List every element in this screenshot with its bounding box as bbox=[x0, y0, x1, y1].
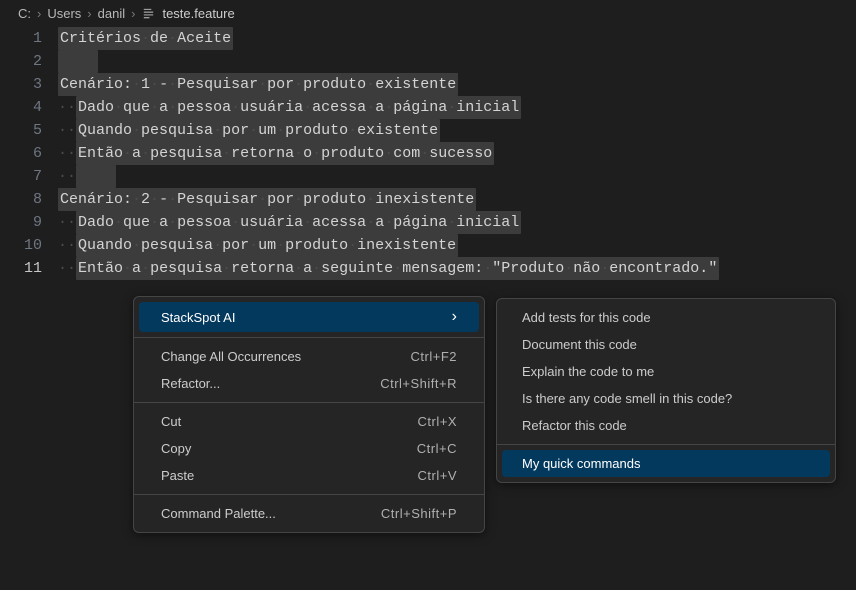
menu-item-label: StackSpot AI bbox=[161, 310, 235, 325]
line-number: 5 bbox=[0, 119, 42, 142]
line-number: 2 bbox=[0, 50, 42, 73]
menu-item-shortcut: Ctrl+Shift+R bbox=[380, 376, 457, 391]
context-submenu[interactable]: Add tests for this code Document this cod… bbox=[496, 298, 836, 483]
menu-item-label: Refactor... bbox=[161, 376, 220, 391]
menu-item-shortcut: Ctrl+F2 bbox=[411, 349, 457, 364]
context-menu-item[interactable]: StackSpot AI › bbox=[139, 302, 479, 332]
breadcrumb-segment[interactable]: C: bbox=[18, 6, 31, 21]
submenu-item[interactable]: Refactor this code bbox=[502, 412, 830, 439]
context-menu-item[interactable]: Change All Occurrences Ctrl+F2 bbox=[139, 343, 479, 370]
menu-item-label: My quick commands bbox=[522, 456, 640, 471]
menu-item-shortcut: Ctrl+Shift+P bbox=[381, 506, 457, 521]
code-line[interactable]: Critérios·de·Aceite bbox=[58, 27, 856, 50]
breadcrumb: C: › Users › danil › teste.feature bbox=[0, 0, 856, 27]
menu-item-label: Is there any code smell in this code? bbox=[522, 391, 732, 406]
code-line[interactable]: ··Quando·pesquisa·por·um·produto·inexist… bbox=[58, 234, 856, 257]
chevron-right-icon: › bbox=[37, 6, 41, 21]
file-icon bbox=[141, 6, 156, 21]
context-menu-item[interactable]: Paste Ctrl+V bbox=[139, 462, 479, 489]
code-line[interactable]: ··Dado·que·a·pessoa·usuária·acessa·a·pág… bbox=[58, 211, 856, 234]
code-line[interactable]: Cenário:·2·-·Pesquisar·por·produto·inexi… bbox=[58, 188, 856, 211]
menu-item-label: Explain the code to me bbox=[522, 364, 654, 379]
menu-separator bbox=[134, 402, 484, 403]
line-number: 10 bbox=[0, 234, 42, 257]
context-menu-item[interactable]: Cut Ctrl+X bbox=[139, 408, 479, 435]
line-number: 7 bbox=[0, 165, 42, 188]
code-line[interactable] bbox=[58, 50, 856, 73]
line-number-gutter: 1234567891011 bbox=[0, 27, 58, 280]
submenu-item[interactable]: My quick commands bbox=[502, 450, 830, 477]
menu-item-shortcut: Ctrl+V bbox=[418, 468, 457, 483]
submenu-item[interactable]: Is there any code smell in this code? bbox=[502, 385, 830, 412]
menu-item-shortcut: Ctrl+X bbox=[418, 414, 457, 429]
chevron-right-icon: › bbox=[87, 6, 91, 21]
chevron-right-icon: › bbox=[452, 308, 457, 326]
code-line[interactable]: ··Quando·pesquisa·por·um·produto·existen… bbox=[58, 119, 856, 142]
breadcrumb-file[interactable]: teste.feature bbox=[162, 6, 234, 21]
menu-item-label: Change All Occurrences bbox=[161, 349, 301, 364]
line-number: 9 bbox=[0, 211, 42, 234]
menu-item-label: Command Palette... bbox=[161, 506, 276, 521]
menu-item-label: Copy bbox=[161, 441, 191, 456]
line-number: 6 bbox=[0, 142, 42, 165]
code-line[interactable]: Cenário:·1·-·Pesquisar·por·produto·exist… bbox=[58, 73, 856, 96]
line-number: 11 bbox=[0, 257, 42, 280]
menu-item-label: Refactor this code bbox=[522, 418, 627, 433]
submenu-item[interactable]: Document this code bbox=[502, 331, 830, 358]
context-menu-item[interactable]: Refactor... Ctrl+Shift+R bbox=[139, 370, 479, 397]
menu-separator bbox=[497, 444, 835, 445]
line-number: 1 bbox=[0, 27, 42, 50]
menu-separator bbox=[134, 337, 484, 338]
menu-item-shortcut: Ctrl+C bbox=[417, 441, 457, 456]
context-menu[interactable]: StackSpot AI › Change All Occurrences Ctrl+… bbox=[133, 296, 485, 533]
menu-item-label: Cut bbox=[161, 414, 181, 429]
code-line[interactable]: ·· bbox=[58, 165, 856, 188]
code-editor[interactable]: 1234567891011 Critérios·de·Aceite Cenári… bbox=[0, 27, 856, 280]
line-number: 4 bbox=[0, 96, 42, 119]
menu-item-label: Document this code bbox=[522, 337, 637, 352]
code-content[interactable]: Critérios·de·Aceite Cenário:·1·-·Pesquis… bbox=[58, 27, 856, 280]
code-line[interactable]: ··Dado·que·a·pessoa·usuária·acessa·a·pág… bbox=[58, 96, 856, 119]
breadcrumb-segment[interactable]: danil bbox=[98, 6, 125, 21]
context-menu-item[interactable]: Command Palette... Ctrl+Shift+P bbox=[139, 500, 479, 527]
submenu-item[interactable]: Add tests for this code bbox=[502, 304, 830, 331]
submenu-item[interactable]: Explain the code to me bbox=[502, 358, 830, 385]
line-number: 3 bbox=[0, 73, 42, 96]
menu-item-label: Paste bbox=[161, 468, 194, 483]
menu-separator bbox=[134, 494, 484, 495]
code-line[interactable]: ··Então·a·pesquisa·retorna·a·seguinte·me… bbox=[58, 257, 856, 280]
breadcrumb-segment[interactable]: Users bbox=[47, 6, 81, 21]
chevron-right-icon: › bbox=[131, 6, 135, 21]
code-line[interactable]: ··Então·a·pesquisa·retorna·o·produto·com… bbox=[58, 142, 856, 165]
menu-item-label: Add tests for this code bbox=[522, 310, 651, 325]
line-number: 8 bbox=[0, 188, 42, 211]
context-menu-item[interactable]: Copy Ctrl+C bbox=[139, 435, 479, 462]
